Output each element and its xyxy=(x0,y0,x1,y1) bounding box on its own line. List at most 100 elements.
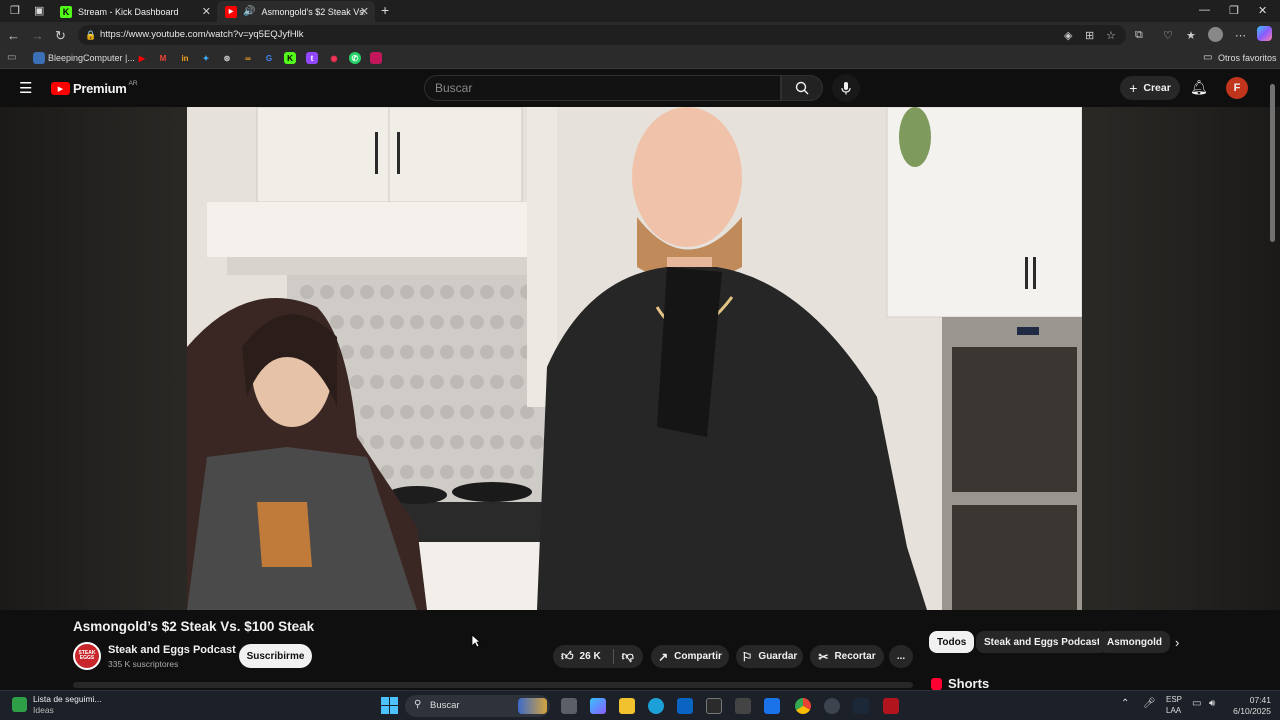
forward-icon[interactable]: → xyxy=(31,28,44,43)
notifications-bell-icon[interactable]: 🔔︎ xyxy=(1190,79,1208,96)
close-window-icon[interactable]: ✕ xyxy=(1258,4,1267,17)
save-button[interactable]: ⚐ Guardar xyxy=(736,645,803,668)
tracking-icon[interactable]: ◈ xyxy=(1064,29,1072,42)
google-icon[interactable]: G xyxy=(263,52,275,64)
refresh-icon[interactable]: ↻ xyxy=(55,28,66,44)
dislike-icon[interactable]: 👎︎ xyxy=(622,649,634,664)
clip-button[interactable]: ✂ Recortar xyxy=(810,645,884,668)
channel-name[interactable]: Steak and Eggs Podcast xyxy=(108,644,236,656)
create-label: Crear xyxy=(1143,82,1171,94)
search-placeholder: Buscar xyxy=(435,81,473,95)
youtube-bookmark-icon[interactable]: ▶ xyxy=(136,52,148,64)
tab-actions-icon[interactable]: ▣ xyxy=(34,4,44,17)
apps-icon[interactable]: ⊞ xyxy=(1085,29,1094,42)
browser-tab-strip: ❐ ▣ K Stream - Kick Dashboard ✕ ▶ 🔊 Asmo… xyxy=(0,0,1280,22)
bookmark-icon[interactable]: ∞ xyxy=(242,52,254,64)
bookmark-icon[interactable]: in xyxy=(179,52,191,64)
task-view-icon[interactable] xyxy=(561,698,577,714)
more-menu-icon[interactable]: ⋯ xyxy=(1235,29,1246,42)
more-actions-button[interactable]: ... xyxy=(889,645,913,668)
browser-essentials-icon[interactable]: ♡ xyxy=(1163,29,1173,42)
language-top[interactable]: ESP xyxy=(1166,695,1182,704)
copilot-icon[interactable] xyxy=(590,698,606,714)
clock-time[interactable]: 07:41 xyxy=(1231,695,1271,705)
voice-search-button[interactable] xyxy=(832,74,860,102)
app-icon[interactable] xyxy=(883,698,899,714)
url-field[interactable]: 🔒 https://www.youtube.com/watch?v=yq5EQJ… xyxy=(78,25,1126,45)
search-button[interactable] xyxy=(781,75,823,101)
app-icon[interactable] xyxy=(764,698,780,714)
kick-icon: K xyxy=(60,5,72,18)
copilot-icon[interactable] xyxy=(1257,26,1272,41)
chevron-right-icon[interactable]: › xyxy=(1175,635,1179,650)
channel-avatar[interactable]: STEAK EGGS xyxy=(73,642,101,670)
chip-channel[interactable]: Steak and Eggs Podcast xyxy=(976,631,1109,653)
youtube-play-icon: ▶ xyxy=(51,82,70,95)
search-input[interactable]: Buscar xyxy=(424,75,781,101)
new-tab-icon[interactable]: + xyxy=(381,2,389,18)
bookmark-icon[interactable]: ⊛ xyxy=(221,52,233,64)
favorite-star-icon[interactable]: ☆ xyxy=(1106,29,1116,42)
twitch-icon[interactable]: t xyxy=(306,52,318,64)
kick-icon[interactable]: K xyxy=(284,52,296,64)
extensions-icon[interactable]: ⧉ xyxy=(1135,29,1143,42)
avatar-letter: F xyxy=(1233,82,1241,94)
edge-icon[interactable] xyxy=(648,698,664,714)
bookmark-icon[interactable]: ✦ xyxy=(200,52,212,64)
chip-all[interactable]: Todos xyxy=(929,631,975,653)
workspaces-icon[interactable]: ❐ xyxy=(10,4,20,17)
terminal-icon[interactable] xyxy=(706,698,722,714)
bookmark-icon[interactable] xyxy=(370,52,382,64)
scissors-icon: ✂ xyxy=(818,649,829,664)
file-explorer-icon[interactable] xyxy=(619,698,635,714)
microphone-icon[interactable]: 🎤︎ xyxy=(1143,698,1156,709)
page-scrollbar-thumb[interactable] xyxy=(1270,84,1275,242)
windows-start-icon[interactable] xyxy=(381,697,398,714)
subscribe-button[interactable]: Suscribirme xyxy=(239,644,312,668)
clock-date: 6/10/2025 xyxy=(1233,706,1271,716)
outlook-icon[interactable] xyxy=(677,698,693,714)
like-icon[interactable]: 👍︎ xyxy=(561,649,574,664)
whatsapp-icon[interactable]: ✆ xyxy=(349,52,361,64)
profile-icon[interactable] xyxy=(1208,27,1223,42)
search-highlight-icon xyxy=(518,698,547,714)
chip-asmongold[interactable]: Asmongold xyxy=(1099,631,1170,653)
tab-title: Stream - Kick Dashboard xyxy=(78,6,179,17)
share-label: Compartir xyxy=(674,651,722,662)
menu-icon[interactable]: ☰ xyxy=(19,79,32,97)
youtube-logo[interactable]: ▶ Premium AR xyxy=(51,80,138,96)
store-icon[interactable] xyxy=(735,698,751,714)
gmail-icon[interactable]: M xyxy=(157,52,169,64)
account-avatar[interactable]: F xyxy=(1226,77,1248,99)
stocks-widget-icon[interactable] xyxy=(12,697,27,712)
steam-icon[interactable] xyxy=(853,698,869,714)
maximize-icon[interactable]: ❐ xyxy=(1229,4,1239,17)
bookmark-icon[interactable]: ◉ xyxy=(328,52,340,64)
folder-icon: ▭ xyxy=(1203,52,1213,63)
other-favorites[interactable]: Otros favoritos xyxy=(1218,53,1277,63)
video-player[interactable] xyxy=(187,107,1082,610)
bleepingcomputer-icon[interactable] xyxy=(33,52,45,64)
back-icon[interactable]: ← xyxy=(7,28,20,43)
network-icon[interactable]: ▭ xyxy=(1192,698,1201,709)
create-button[interactable]: + Crear xyxy=(1120,76,1180,100)
taskbar-search-box[interactable]: ⚲ Buscar xyxy=(405,695,550,717)
taskbar-search-label: Buscar xyxy=(430,700,460,711)
chevron-up-icon[interactable]: ⌃ xyxy=(1121,698,1129,709)
tab-youtube-video[interactable]: ▶ 🔊 Asmongold's $2 Steak Vs. $1 ✕ xyxy=(217,1,375,22)
divider xyxy=(612,649,614,664)
close-icon[interactable]: ✕ xyxy=(202,5,211,18)
chrome-icon[interactable] xyxy=(795,698,811,714)
widget-title[interactable]: Lista de seguimi... xyxy=(33,694,102,704)
bookmark-bleepingcomputer[interactable]: BleepingComputer |... xyxy=(48,53,135,63)
speaker-icon[interactable]: 🔊 xyxy=(243,6,255,17)
volume-icon[interactable]: 🔊︎ xyxy=(1209,698,1215,709)
like-count[interactable]: 26 K xyxy=(580,651,601,662)
favorites-icon[interactable]: ★ xyxy=(1186,29,1196,42)
share-button[interactable]: ↗ Compartir xyxy=(651,645,729,668)
minimize-icon[interactable]: — xyxy=(1199,4,1210,16)
app-icon[interactable] xyxy=(824,698,840,714)
tab-kick-dashboard[interactable]: K Stream - Kick Dashboard ✕ xyxy=(52,1,217,22)
close-icon[interactable]: ✕ xyxy=(360,5,369,18)
reading-view-icon[interactable]: ▭ xyxy=(7,52,16,63)
